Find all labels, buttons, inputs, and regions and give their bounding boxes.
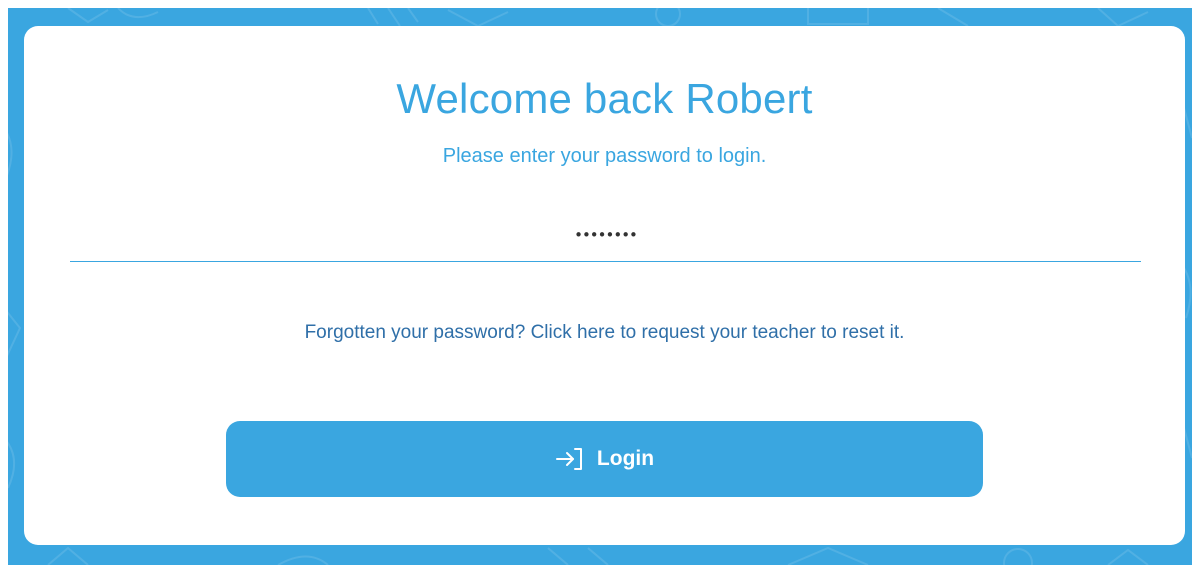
- page-title: Welcome back Robert: [396, 75, 813, 122]
- login-button[interactable]: Login: [226, 421, 983, 497]
- password-field-container: [70, 209, 1141, 262]
- login-button-label: Login: [596, 447, 655, 470]
- login-card: Welcome back Robert Please enter your pa…: [24, 26, 1185, 545]
- login-instructions: Please enter your password to login.: [442, 145, 767, 167]
- password-input[interactable]: [70, 209, 1141, 261]
- login-arrow-icon: [555, 448, 582, 470]
- forgot-password-link[interactable]: Forgotten your password? Click here to r…: [24, 321, 1185, 345]
